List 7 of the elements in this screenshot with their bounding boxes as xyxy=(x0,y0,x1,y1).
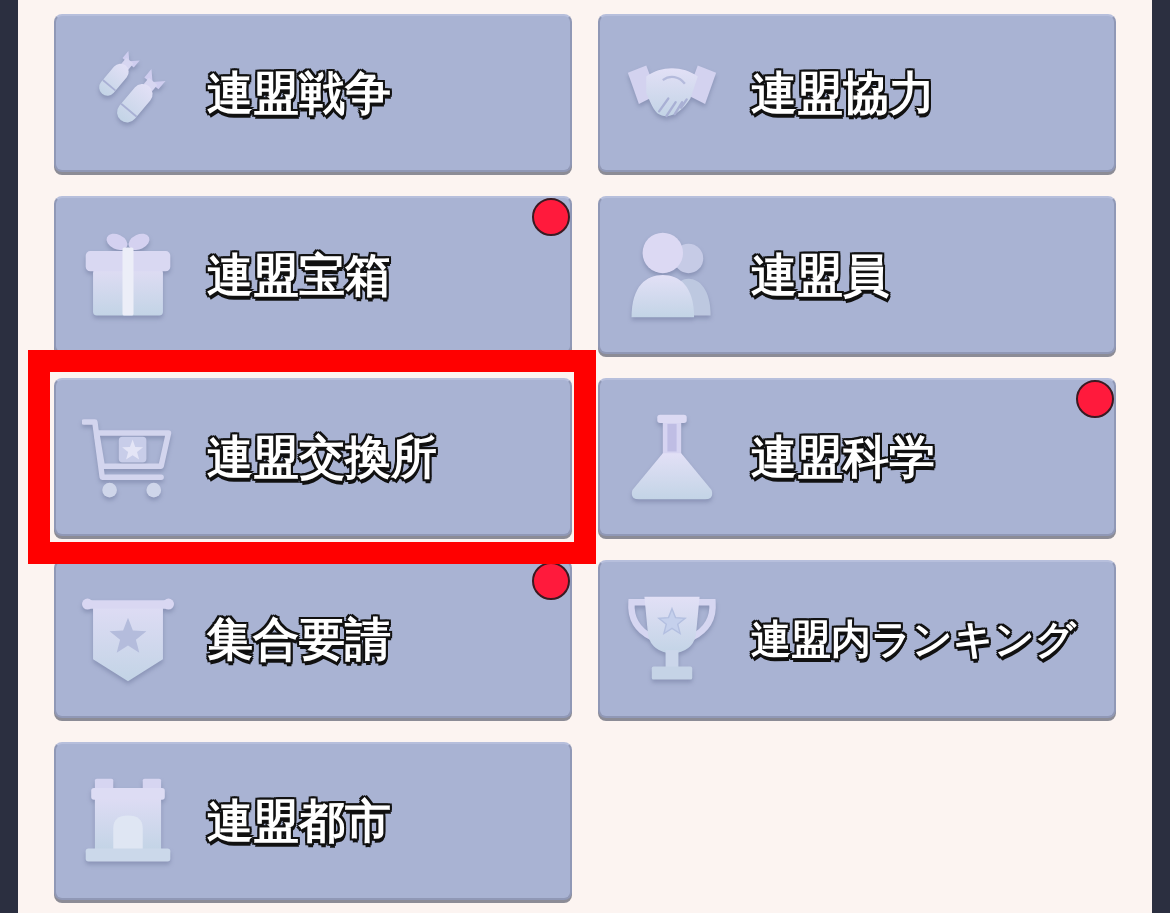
menu-button[interactable]: 連盟交換所 xyxy=(54,378,572,536)
menu-button[interactable]: 連盟員 xyxy=(598,196,1116,354)
menu-button[interactable]: 連盟協力 xyxy=(598,14,1116,172)
menu-button[interactable]: 連盟内ランキング xyxy=(598,560,1116,718)
menu-button[interactable]: 連盟戦争 xyxy=(54,14,572,172)
menu-button[interactable]: 連盟都市 xyxy=(54,742,572,900)
menu-button[interactable]: 連盟科学 xyxy=(598,378,1116,536)
